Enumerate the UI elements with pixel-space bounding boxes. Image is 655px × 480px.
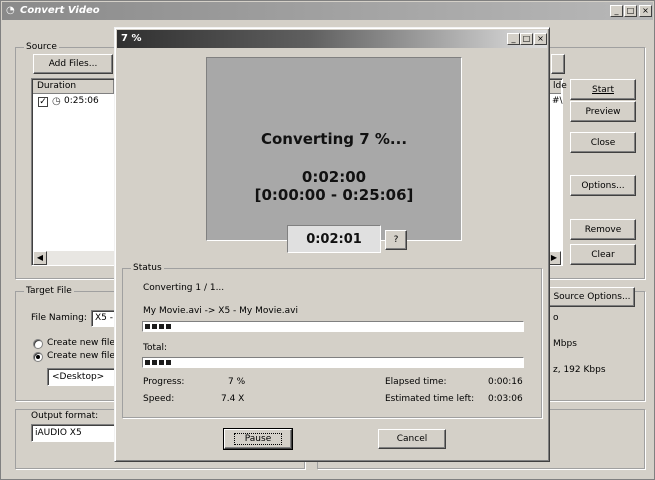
file-mapping: My Movie.avi -> X5 - My Movie.avi [143, 306, 298, 316]
main-window-title: Convert Video [20, 5, 100, 16]
elapsed-value: 0:00:16 [488, 377, 523, 387]
preview-line-3: [0:00:00 - 0:25:06] [254, 186, 414, 204]
output-format-value: iAUDIO X5 [35, 428, 82, 438]
file-progress-bar [142, 321, 524, 332]
row-checkbox[interactable]: ✓ [38, 97, 48, 107]
progress-value: 7 % [228, 377, 246, 387]
add-files-label: Add Files... [48, 59, 98, 69]
folder-field[interactable]: <Desktop> [47, 368, 117, 386]
preview-button[interactable]: Preview [570, 101, 636, 122]
total-label: Total: [143, 343, 168, 353]
right-column-header[interactable]: lde [553, 81, 567, 91]
total-progress-bar [142, 357, 524, 368]
dialog-maximize-button[interactable]: □ [520, 33, 533, 45]
info-fragment-2: Mbps [553, 339, 577, 349]
close-label: Close [590, 137, 616, 148]
pause-label: Pause [233, 433, 283, 445]
dialog-title: 7 % [121, 33, 142, 44]
close-button[interactable]: Close [570, 132, 636, 153]
cancel-label: Cancel [396, 434, 428, 444]
elapsed-label: Elapsed time: [385, 377, 447, 387]
remaining-value: 0:03:06 [488, 394, 523, 404]
preview-label: Preview [585, 106, 621, 117]
folder-value: <Desktop> [52, 372, 105, 382]
remove-button[interactable]: Remove [570, 219, 636, 240]
main-title-bar[interactable]: ◔ Convert Video _ □ × [2, 2, 653, 20]
help-button[interactable]: ? [385, 230, 407, 250]
status-group-label: Status [131, 263, 164, 273]
video-file-icon: ◷ [52, 96, 61, 107]
radio2-label: Create new files [47, 351, 120, 361]
clear-label: Clear [591, 249, 615, 260]
main-maximize-button[interactable]: □ [624, 5, 637, 17]
dialog-minimize-button[interactable]: _ [507, 33, 520, 45]
dialog-title-bar[interactable]: 7 % _ □ × [117, 30, 547, 48]
speed-label: Speed: [143, 394, 175, 404]
dialog-close-button[interactable]: × [534, 33, 547, 45]
scroll-left-arrow[interactable]: ◀ [33, 251, 47, 265]
output-format-label: Output format: [31, 411, 99, 421]
main-close-button[interactable]: × [639, 5, 652, 17]
start-button[interactable]: Start [570, 79, 636, 100]
app-icon: ◔ [6, 5, 15, 16]
start-label: Start [592, 84, 614, 95]
output-format-field[interactable]: iAUDIO X5 [31, 424, 121, 442]
time-display: 0:02:01 [287, 225, 381, 253]
preview-line-1: Converting 7 %... [260, 130, 408, 148]
radio-create-new-files-2[interactable] [33, 352, 43, 362]
time-display-value: 0:02:01 [306, 232, 362, 247]
radio1-label: Create new files [47, 338, 120, 348]
file-naming-label: File Naming: [31, 313, 87, 323]
source-options-button[interactable]: Source Options... [549, 287, 635, 307]
clear-button[interactable]: Clear [570, 244, 636, 265]
options-label: Options... [581, 180, 625, 191]
info-fragment-3: z, 192 Kbps [553, 365, 606, 375]
target-group-label: Target File [24, 286, 74, 296]
preview-line-2: 0:02:00 [301, 168, 367, 186]
source-group-label: Source [24, 42, 59, 52]
speed-value: 7.4 X [221, 394, 245, 404]
converting-count: Converting 1 / 1... [143, 283, 225, 293]
row-duration: 0:25:06 [64, 96, 99, 106]
progress-label: Progress: [143, 377, 185, 387]
file-progress-fill [145, 324, 171, 329]
info-fragment-1: o [553, 313, 559, 323]
remaining-label: Estimated time left: [385, 394, 475, 404]
preview-pane: Converting 7 %... 0:02:00 [0:00:00 - 0:2… [206, 57, 462, 241]
main-minimize-button[interactable]: _ [610, 5, 623, 17]
duration-column-header[interactable]: Duration [37, 81, 76, 91]
source-options-label: Source Options... [553, 292, 631, 302]
radio-create-new-files-1[interactable] [33, 339, 43, 349]
row-right-fragment: #\ [552, 96, 563, 106]
help-label: ? [393, 235, 399, 245]
cancel-button[interactable]: Cancel [378, 429, 446, 449]
pause-button[interactable]: Pause [223, 428, 293, 450]
total-progress-fill [145, 360, 171, 365]
remove-label: Remove [584, 224, 622, 235]
source-right-button[interactable] [551, 54, 565, 74]
options-button[interactable]: Options... [570, 175, 636, 196]
progress-dialog: 7 % _ □ × Converting 7 %... 0:02:00 [0:0… [114, 27, 550, 462]
add-files-button[interactable]: Add Files... [33, 54, 113, 74]
